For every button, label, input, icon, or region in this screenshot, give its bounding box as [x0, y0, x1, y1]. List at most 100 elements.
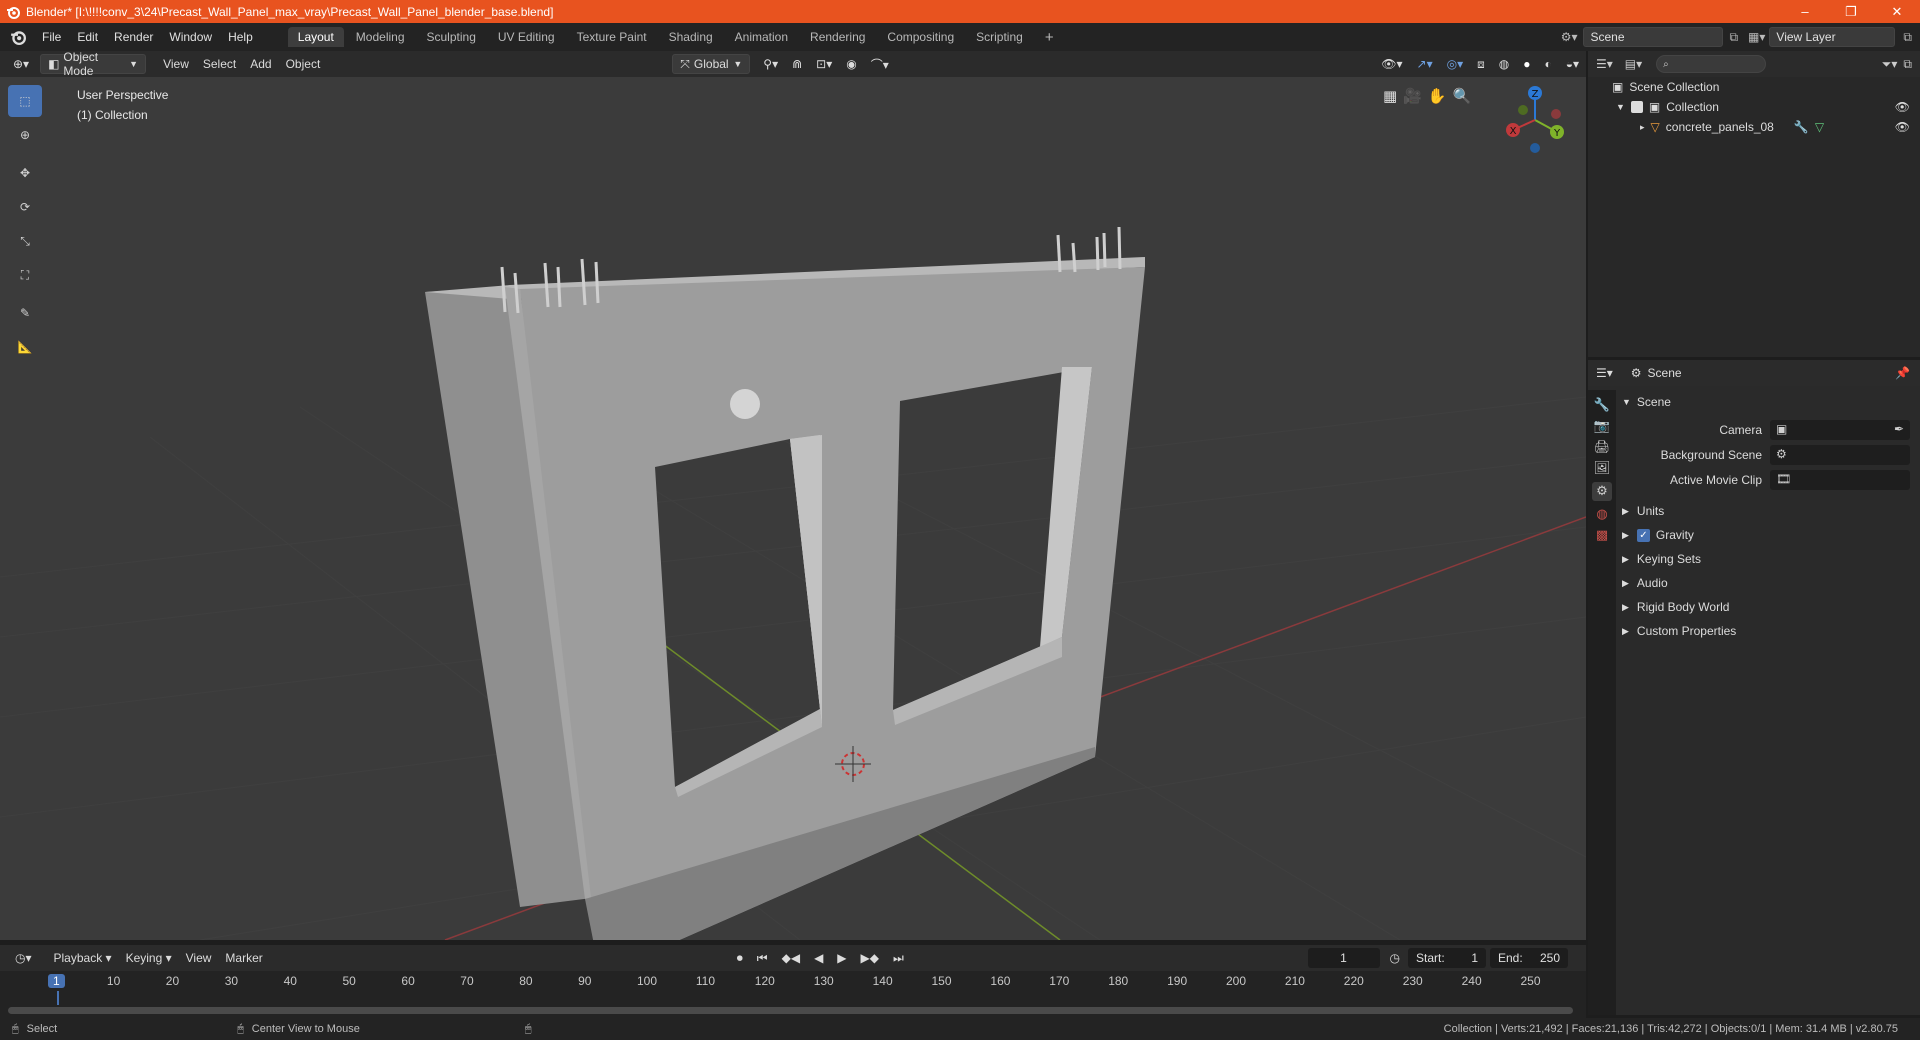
- mode-dropdown[interactable]: ◧ Object Mode ▼: [40, 50, 147, 78]
- menu-file[interactable]: File: [34, 30, 69, 44]
- select-box-tool-icon[interactable]: ⬚: [8, 85, 42, 117]
- tab-sculpting[interactable]: Sculpting: [417, 27, 486, 47]
- modifier-wrench-icon[interactable]: 🔧: [1794, 120, 1809, 134]
- navigation-gizmo[interactable]: Z Y X: [1495, 80, 1575, 160]
- tab-shading[interactable]: Shading: [659, 27, 723, 47]
- jump-end-icon[interactable]: ⏭: [886, 948, 911, 968]
- keying-sets-panel-header[interactable]: ▶ Keying Sets: [1622, 547, 1916, 571]
- transform-tool-icon[interactable]: ⛶: [8, 259, 42, 291]
- display-mode-icon[interactable]: ▤▾: [1625, 57, 1642, 71]
- pin-icon[interactable]: 📌: [1895, 366, 1910, 380]
- collection-checkbox[interactable]: [1630, 101, 1643, 113]
- menu-select[interactable]: Select: [196, 54, 243, 74]
- maximize-button[interactable]: ❐: [1828, 0, 1874, 23]
- world-props-tab-icon[interactable]: ◍: [1596, 507, 1607, 522]
- gravity-panel-header[interactable]: ▶ ✓ Gravity: [1622, 523, 1916, 547]
- current-frame-field[interactable]: 1: [1307, 948, 1380, 968]
- new-scene-icon[interactable]: ⧉: [1729, 30, 1738, 45]
- outliner-row-scene-collection[interactable]: ▣ Scene Collection: [1588, 77, 1920, 97]
- tab-animation[interactable]: Animation: [725, 27, 798, 47]
- tab-uv-editing[interactable]: UV Editing: [488, 27, 565, 47]
- add-workspace-button[interactable]: +: [1035, 26, 1064, 49]
- outliner-editor-icon[interactable]: ☰▾: [1596, 57, 1613, 71]
- rendered-shading-icon[interactable]: ◒▾: [1559, 54, 1586, 74]
- tab-texture-paint[interactable]: Texture Paint: [567, 27, 657, 47]
- view-layer-tab-icon[interactable]: 🖼: [1594, 461, 1611, 476]
- tab-layout[interactable]: Layout: [287, 27, 344, 47]
- material-shading-icon[interactable]: ◐: [1537, 54, 1558, 74]
- tab-scripting[interactable]: Scripting: [966, 27, 1033, 47]
- render-props-tab-icon[interactable]: 📷: [1594, 419, 1610, 434]
- visibility-eye-icon[interactable]: 👁: [1895, 120, 1910, 134]
- toggle-perspective-icon[interactable]: ▦: [1383, 87, 1397, 105]
- camera-view-icon[interactable]: 🎥: [1403, 87, 1422, 105]
- camera-field[interactable]: ▣ ✒: [1770, 420, 1910, 440]
- tab-modeling[interactable]: Modeling: [346, 27, 415, 47]
- eyedropper-icon[interactable]: ✒: [1894, 422, 1904, 436]
- menu-marker[interactable]: Marker: [218, 948, 269, 968]
- tool-props-tab-icon[interactable]: 🔧: [1594, 398, 1610, 413]
- falloff-icon[interactable]: ⌒▾: [864, 54, 896, 74]
- new-view-layer-icon[interactable]: ⧉: [1903, 30, 1912, 45]
- mesh-data-icon[interactable]: ▽: [1815, 120, 1824, 134]
- pan-view-icon[interactable]: ✋: [1428, 87, 1447, 105]
- timeline-editor-icon[interactable]: ◷▾: [8, 948, 39, 968]
- play-icon[interactable]: ▶: [830, 948, 853, 968]
- menu-edit[interactable]: Edit: [69, 30, 106, 44]
- tab-rendering[interactable]: Rendering: [800, 27, 875, 47]
- menu-window[interactable]: Window: [161, 30, 220, 44]
- expand-arrow-icon[interactable]: ▼: [1616, 102, 1625, 112]
- annotate-tool-icon[interactable]: ✎: [8, 297, 42, 329]
- audio-panel-header[interactable]: ▶ Audio: [1622, 571, 1916, 595]
- outliner-row-collection[interactable]: ▼ ▣ Collection 👁: [1588, 97, 1920, 117]
- 3d-viewport[interactable]: User Perspective (1) Collection ▦ 🎥 ✋ 🔍 …: [0, 77, 1586, 940]
- play-reverse-icon[interactable]: ◀: [807, 948, 830, 968]
- minimize-button[interactable]: –: [1782, 0, 1828, 23]
- menu-keying[interactable]: Keying ▾: [119, 948, 179, 968]
- editor-type-icon[interactable]: ⊕▾: [6, 54, 36, 74]
- close-button[interactable]: ✕: [1874, 0, 1920, 23]
- properties-editor-icon[interactable]: ☰▾: [1596, 366, 1613, 380]
- outliner-row-object[interactable]: ▸ ▽ concrete_panels_08 🔧 ▽ 👁: [1588, 117, 1920, 137]
- prev-keyframe-icon[interactable]: ◆◀: [775, 948, 807, 968]
- move-tool-icon[interactable]: ✥: [8, 157, 42, 189]
- menu-playback[interactable]: Playback ▾: [47, 948, 119, 968]
- next-keyframe-icon[interactable]: ▶◆: [854, 948, 886, 968]
- menu-view[interactable]: View: [156, 54, 196, 74]
- scale-tool-icon[interactable]: ⤡: [8, 225, 42, 257]
- gravity-checkbox[interactable]: ✓: [1636, 528, 1650, 542]
- orientation-dropdown[interactable]: ⤧ Global ▼: [672, 54, 751, 74]
- scene-section-header[interactable]: ▼ Scene: [1622, 390, 1916, 414]
- visibility-eye-icon[interactable]: 👁: [1895, 100, 1910, 114]
- view-layer-icon[interactable]: ▦▾: [1748, 30, 1765, 44]
- proportional-edit-icon[interactable]: ◉: [839, 54, 863, 74]
- gizmo-toggle-icon[interactable]: ↗▾: [1410, 54, 1440, 74]
- blender-menu-icon[interactable]: [10, 29, 26, 45]
- frame-ruler[interactable]: 1 10 20 30 40 50 60 70 80 90 100 110 120 130 140 150 160…: [0, 973, 1586, 991]
- menu-object[interactable]: Object: [279, 54, 328, 74]
- snap-icon[interactable]: ⋒: [785, 54, 809, 74]
- expand-arrow-icon[interactable]: ▸: [1640, 122, 1645, 133]
- overlay-toggle-icon[interactable]: ◎▾: [1440, 54, 1471, 74]
- measure-tool-icon[interactable]: 📐: [8, 331, 42, 363]
- rotate-tool-icon[interactable]: ⟳: [8, 191, 42, 223]
- snap-target-icon[interactable]: ⊡▾: [809, 54, 839, 74]
- output-props-tab-icon[interactable]: 🖨: [1594, 440, 1611, 455]
- filter-icon[interactable]: ⏷▾: [1882, 57, 1898, 72]
- menu-render[interactable]: Render: [106, 30, 161, 44]
- solid-shading-icon[interactable]: ●: [1516, 54, 1537, 74]
- timeline-body[interactable]: 1 10 20 30 40 50 60 70 80 90 100 110 120 130 140 150 160…: [0, 971, 1586, 1018]
- tab-compositing[interactable]: Compositing: [877, 27, 964, 47]
- jump-start-icon[interactable]: ⏮: [750, 948, 775, 968]
- timeline-scrollbar[interactable]: [8, 1007, 1573, 1014]
- texture-props-tab-icon[interactable]: ▩: [1596, 528, 1608, 543]
- zoom-view-icon[interactable]: 🔍: [1453, 87, 1472, 105]
- view-layer-field[interactable]: View Layer: [1769, 27, 1896, 47]
- menu-add[interactable]: Add: [243, 54, 278, 74]
- start-frame-field[interactable]: Start: 1: [1408, 948, 1486, 968]
- units-panel-header[interactable]: ▶ Units: [1622, 499, 1916, 523]
- background-scene-field[interactable]: ⚙: [1770, 445, 1910, 465]
- scene-field[interactable]: Scene: [1583, 27, 1724, 47]
- pivot-icon[interactable]: ⚲▾: [756, 54, 785, 74]
- scene-selector-icon[interactable]: ⚙▾: [1561, 30, 1578, 44]
